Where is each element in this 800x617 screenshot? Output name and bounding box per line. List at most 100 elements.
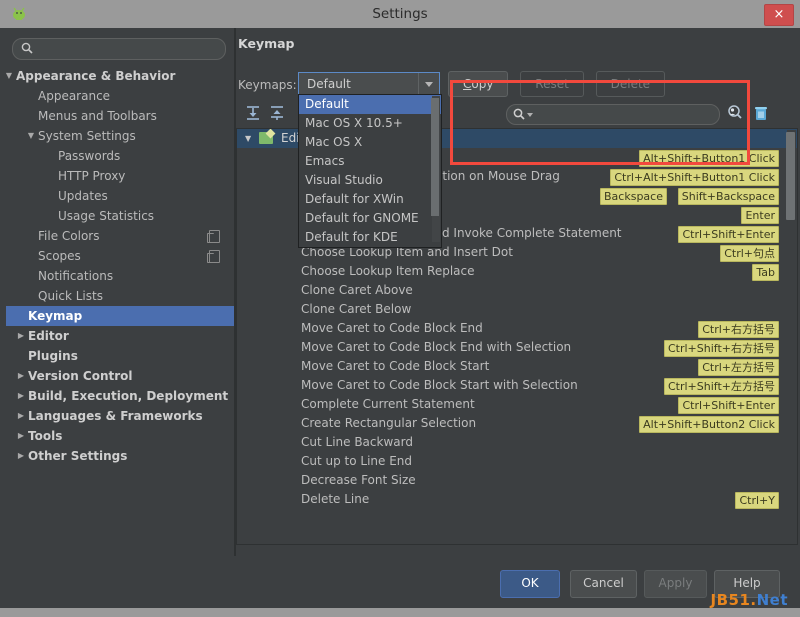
- keymap-action-row[interactable]: Cut up to Line End: [237, 452, 797, 471]
- reset-button[interactable]: Reset: [520, 71, 584, 97]
- window-title: Settings: [372, 6, 428, 22]
- sidebar-item-updates[interactable]: Updates: [6, 186, 234, 206]
- keymap-option-mac-os-x-10-5[interactable]: Mac OS X 10.5+: [299, 114, 441, 133]
- sidebar-item-menus-and-toolbars[interactable]: Menus and Toolbars: [6, 106, 234, 126]
- keymap-select[interactable]: Default: [298, 72, 440, 96]
- sidebar-item-appearance-behavior[interactable]: ▼ Appearance & Behavior: [6, 66, 234, 86]
- settings-content: ▼ Appearance & Behavior Appearance Menus an…: [0, 28, 800, 585]
- sidebar-item-appearance[interactable]: Appearance: [6, 86, 234, 106]
- keymap-option-emacs[interactable]: Emacs: [299, 152, 441, 171]
- keymap-action-row[interactable]: Delete Line Ctrl+Y: [237, 490, 797, 509]
- keymap-action-row[interactable]: Move Caret to Code Block End with Select…: [237, 338, 797, 357]
- sidebar-item-system-settings[interactable]: ▼ System Settings: [6, 126, 234, 146]
- sidebar-item-keymap[interactable]: Keymap: [6, 306, 234, 326]
- sidebar-item-build-execution-deployment[interactable]: ▶ Build, Execution, Deployment: [6, 386, 234, 406]
- chevron-down-icon[interactable]: ▼: [245, 129, 251, 148]
- search-input[interactable]: [38, 40, 222, 59]
- keymap-action-row[interactable]: Complete Current Statement Ctrl+Shift+Ent…: [237, 395, 797, 414]
- keymap-action-row[interactable]: Move Caret to Code Block Start Ctrl+左方括号: [237, 357, 797, 376]
- shortcut-badge: Ctrl+Shift+Enter: [678, 226, 779, 243]
- list-scrollbar-thumb[interactable]: [786, 132, 795, 220]
- dropdown-scrollbar-track[interactable]: [431, 96, 440, 242]
- sidebar-item-tools[interactable]: ▶ Tools: [6, 426, 234, 446]
- shortcut-badge: Tab: [752, 264, 779, 281]
- sidebar-item-label: HTTP Proxy: [58, 169, 126, 183]
- copy-rest: opy: [471, 77, 494, 91]
- keymap-action-name: Complete Current Statement: [301, 397, 475, 411]
- page-title: Keymap: [238, 36, 295, 51]
- sidebar-item-http-proxy[interactable]: HTTP Proxy: [6, 166, 234, 186]
- chevron-right-icon[interactable]: ▶: [16, 386, 26, 406]
- shortcut-badge: Backspace: [600, 188, 667, 205]
- trash-icon[interactable]: [752, 104, 770, 122]
- watermark-part-a: JB51.: [710, 591, 757, 609]
- keymap-action-name: Clone Caret Above: [301, 283, 413, 297]
- sidebar-item-passwords[interactable]: Passwords: [6, 146, 234, 166]
- chevron-down-icon[interactable]: ▼: [26, 126, 36, 146]
- watermark-part-b: Net: [756, 591, 788, 609]
- keymap-action-row[interactable]: Cut Line Backward: [237, 433, 797, 452]
- chevron-right-icon[interactable]: ▶: [16, 426, 26, 446]
- sidebar-item-other-settings[interactable]: ▶ Other Settings: [6, 446, 234, 466]
- sidebar-item-label: System Settings: [38, 129, 136, 143]
- keymap-action-row[interactable]: Choose Lookup Item Replace Tab: [237, 262, 797, 281]
- ok-button[interactable]: OK: [500, 570, 560, 598]
- sidebar-item-editor[interactable]: ▶ Editor: [6, 326, 234, 346]
- apply-button[interactable]: Apply: [644, 570, 707, 598]
- list-scrollbar-track[interactable]: [786, 130, 796, 543]
- keymap-action-name: Decrease Font Size: [301, 473, 416, 487]
- chevron-down-icon[interactable]: [527, 113, 533, 117]
- chevron-right-icon[interactable]: ▶: [16, 366, 26, 386]
- sidebar-item-label: File Colors: [38, 229, 100, 243]
- sidebar-item-languages-frameworks[interactable]: ▶ Languages & Frameworks: [6, 406, 234, 426]
- shortcut-badge: Ctrl+Y: [735, 492, 779, 509]
- keymap-action-name: Choose Lookup Item Replace: [301, 264, 475, 278]
- expand-all-icon[interactable]: [244, 104, 262, 122]
- keymap-search[interactable]: [506, 104, 720, 125]
- chevron-right-icon[interactable]: ▶: [16, 326, 26, 346]
- keymap-option-default-for-gnome[interactable]: Default for GNOME: [299, 209, 441, 228]
- chevron-down-icon[interactable]: [418, 73, 439, 95]
- sidebar-item-label: Notifications: [38, 269, 114, 283]
- keymap-option-default-for-xwin[interactable]: Default for XWin: [299, 190, 441, 209]
- find-shortcut-icon[interactable]: [726, 104, 744, 122]
- keymap-option-visual-studio[interactable]: Visual Studio: [299, 171, 441, 190]
- sidebar-item-scopes[interactable]: Scopes: [6, 246, 234, 266]
- keymap-action-row[interactable]: Move Caret to Code Block End Ctrl+右方括号: [237, 319, 797, 338]
- keymap-option-mac-os-x[interactable]: Mac OS X: [299, 133, 441, 152]
- keymap-action-row[interactable]: Decrease Font Size: [237, 471, 797, 490]
- shortcut-badge: Ctrl+Shift+右方括号: [663, 340, 779, 357]
- copy-settings-icon[interactable]: [207, 230, 220, 243]
- sidebar-search[interactable]: [12, 38, 226, 60]
- keymap-action-row[interactable]: Clone Caret Below: [237, 300, 797, 319]
- close-icon[interactable]: ×: [764, 4, 794, 26]
- sidebar-item-label: Quick Lists: [38, 289, 103, 303]
- keymap-dropdown-menu[interactable]: Default Mac OS X 10.5+ Mac OS X Emacs Visual…: [298, 94, 442, 248]
- keymap-action-row[interactable]: Move Caret to Code Block Start with Sele…: [237, 376, 797, 395]
- cancel-button[interactable]: Cancel: [570, 570, 637, 598]
- sidebar-item-usage-statistics[interactable]: Usage Statistics: [6, 206, 234, 226]
- sidebar-item-quick-lists[interactable]: Quick Lists: [6, 286, 234, 306]
- copy-button[interactable]: Copy: [448, 71, 509, 97]
- keymap-action-row[interactable]: Create Rectangular Selection Alt+Shift+Bu…: [237, 414, 797, 433]
- delete-button[interactable]: Delete: [595, 71, 666, 97]
- chevron-right-icon[interactable]: ▶: [16, 406, 26, 426]
- chevron-right-icon[interactable]: ▶: [16, 446, 26, 466]
- keymap-option-default[interactable]: Default: [299, 95, 441, 114]
- chevron-down-icon[interactable]: ▼: [4, 66, 14, 86]
- keymap-action-name: Create Rectangular Selection: [301, 416, 477, 430]
- dropdown-scrollbar-thumb[interactable]: [431, 98, 439, 216]
- sidebar-item-plugins[interactable]: Plugins: [6, 346, 234, 366]
- sidebar-item-notifications[interactable]: Notifications: [6, 266, 234, 286]
- copy-settings-icon[interactable]: [207, 250, 220, 263]
- sidebar-item-label: Passwords: [58, 149, 121, 163]
- collapse-all-icon[interactable]: [268, 104, 286, 122]
- sidebar-item-label: Menus and Toolbars: [38, 109, 157, 123]
- sidebar-item-file-colors[interactable]: File Colors: [6, 226, 234, 246]
- keymap-panel: Keymap Keymaps: Default Copy Reset Delet…: [236, 28, 798, 556]
- sidebar-item-version-control[interactable]: ▶ Version Control: [6, 366, 234, 386]
- sidebar-item-label: Version Control: [28, 369, 133, 383]
- keymap-option-default-for-kde[interactable]: Default for KDE: [299, 228, 441, 247]
- keymap-action-row[interactable]: Clone Caret Above: [237, 281, 797, 300]
- sidebar-item-label: Scopes: [38, 249, 81, 263]
